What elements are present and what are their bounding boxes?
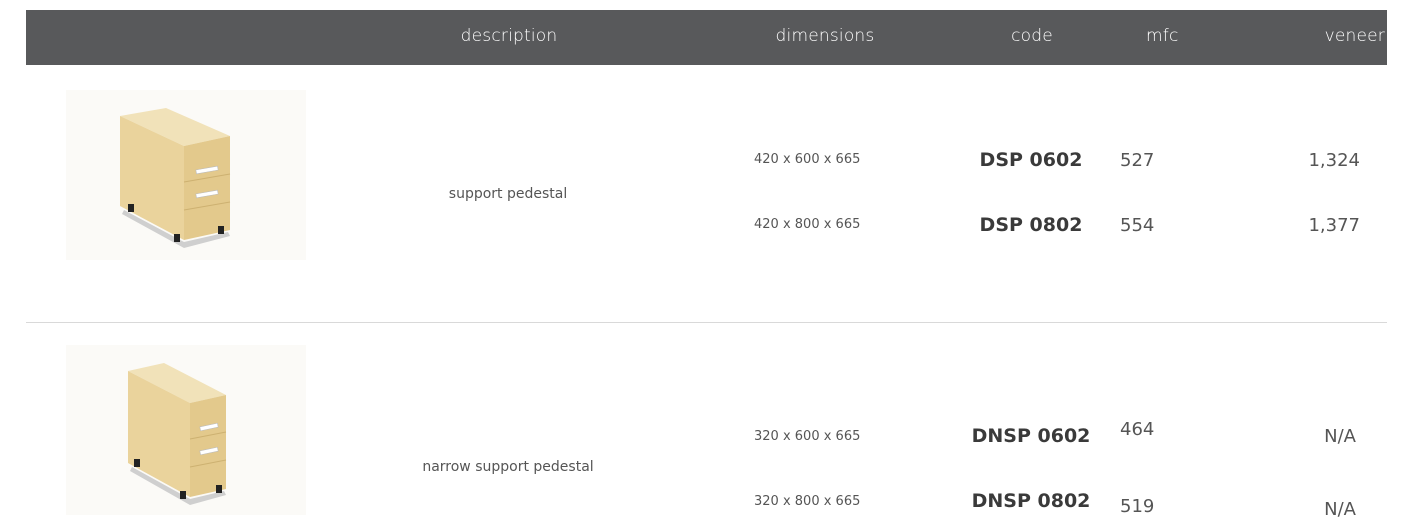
veneer-price: N/A	[1324, 426, 1356, 447]
product-code: DSP 0602	[979, 149, 1083, 171]
header-code: code	[1011, 26, 1053, 46]
dimensions-cell: 320 x 600 x 665	[754, 429, 861, 444]
veneer-price: 1,324	[1308, 150, 1360, 171]
product-code: DNSP 0602	[971, 425, 1091, 447]
header-dimensions: dimensions	[775, 26, 875, 46]
product-description: narrow support pedestal	[422, 459, 594, 475]
mfc-price: 519	[1120, 496, 1155, 517]
header-mfc: mfc	[1146, 26, 1179, 46]
dimensions-cell: 320 x 800 x 665	[754, 494, 861, 509]
veneer-price: N/A	[1324, 499, 1356, 520]
dimensions-cell: 420 x 800 x 665	[754, 217, 861, 232]
pedestal-image	[66, 90, 306, 260]
veneer-price: 1,377	[1308, 215, 1360, 236]
narrow-pedestal-image	[66, 345, 306, 515]
product-code: DSP 0802	[979, 214, 1083, 236]
product-description: support pedestal	[448, 186, 568, 202]
header-veneer: veneer	[1324, 26, 1385, 46]
dimensions-cell: 420 x 600 x 665	[754, 152, 861, 167]
mfc-price: 464	[1120, 419, 1155, 440]
row-divider	[26, 322, 1387, 323]
header-description: description	[460, 26, 558, 46]
product-code: DNSP 0802	[971, 490, 1091, 512]
table-header: description dimensions code mfc veneer	[26, 10, 1387, 65]
mfc-price: 527	[1120, 150, 1155, 171]
mfc-price: 554	[1120, 215, 1155, 236]
